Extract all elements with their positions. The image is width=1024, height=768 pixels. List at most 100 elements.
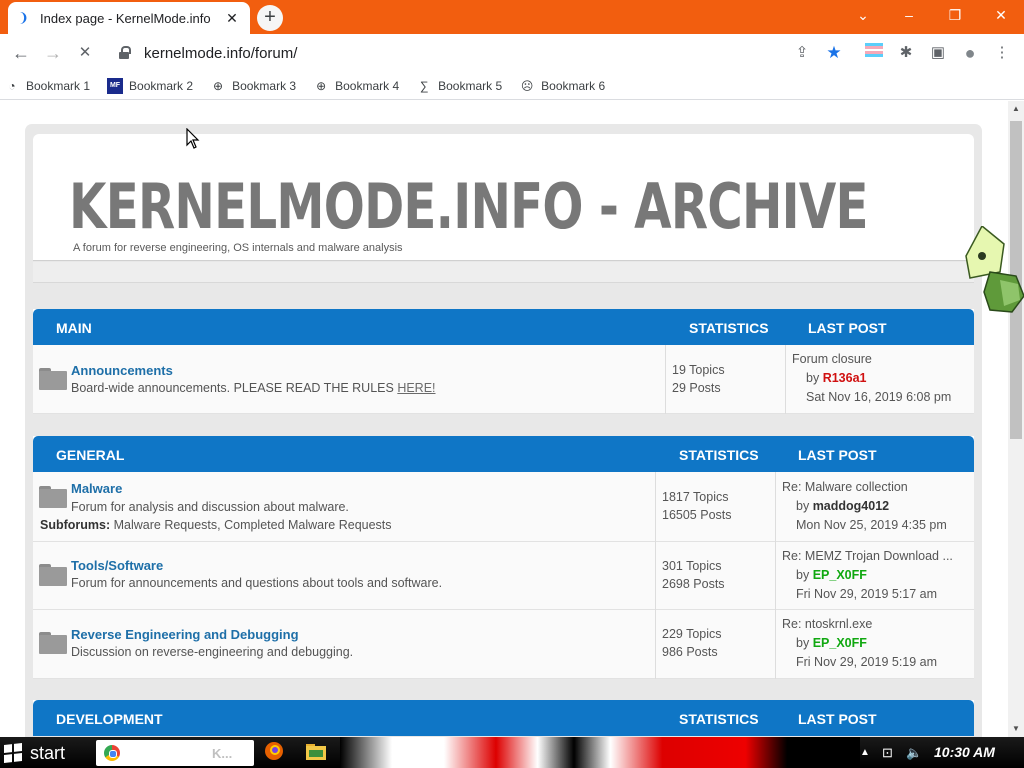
start-button[interactable]: start — [4, 741, 65, 765]
last-post-title[interactable]: Re: ntoskrnl.exe — [782, 615, 937, 634]
taskbar-chrome-item[interactable]: K... — [96, 740, 254, 766]
statistics-header: STATISTICS — [679, 447, 759, 463]
tab-index-page[interactable]: ❩ Index page - KernelMode.info ✕ — [8, 2, 250, 34]
category-title[interactable]: DEVELOPMENT — [56, 711, 163, 727]
bookmark-icon: ⊕ — [316, 78, 327, 93]
folder-icon — [39, 486, 67, 508]
last-post: Forum closure by R136a1 Sat Nov 16, 2019… — [785, 345, 951, 414]
last-post-date: Mon Nov 25, 2019 4:35 pm — [796, 518, 947, 532]
bookmark-item[interactable]: MF Bookmark 2 — [107, 77, 194, 94]
new-tab-button[interactable]: + — [257, 5, 283, 31]
statistics-header: STATISTICS — [689, 320, 769, 336]
posts-count: 16505 Posts — [662, 508, 732, 522]
address-bar[interactable]: kernelmode.info/forum/ — [108, 37, 860, 69]
show-hidden-icons-icon[interactable]: ▲ — [860, 737, 870, 768]
last-post-header: LAST POST — [808, 320, 887, 336]
forum-title-link[interactable]: Reverse Engineering and Debugging — [71, 627, 299, 642]
desktop-mascot-icon[interactable] — [960, 226, 1024, 316]
posts-count: 986 Posts — [662, 645, 718, 659]
category-main: MAIN STATISTICS LAST POST Announcements … — [33, 309, 974, 414]
last-post-title[interactable]: Re: Malware collection — [782, 478, 947, 497]
bookmark-label: Bookmark 1 — [26, 78, 91, 93]
category-header: MAIN STATISTICS LAST POST — [33, 309, 974, 345]
topics-count: 229 Topics — [662, 627, 722, 641]
page-viewport: KERNELMODE.INFO - ARCHIVE A forum for re… — [0, 101, 1008, 737]
browser-toolbar: ← → ✕ kernelmode.info/forum/ ⇪ ★ ✱ ▣ ● ⋮ — [0, 34, 1024, 72]
last-post-date: Fri Nov 29, 2019 5:17 am — [796, 587, 938, 601]
site-description: A forum for reverse engineering, OS inte… — [73, 242, 403, 254]
forum-statistics: 1817 Topics 16505 Posts — [655, 472, 732, 542]
network-icon[interactable]: ⊡ — [882, 737, 893, 768]
taskbar-wallpaper-strip — [340, 737, 860, 768]
tab-search-icon[interactable]: ⌄ — [840, 0, 886, 30]
forum-title-link[interactable]: Announcements — [71, 363, 173, 378]
minimize-button[interactable]: – — [886, 0, 932, 30]
bookmark-label: Bookmark 5 — [438, 78, 503, 93]
forum-description: Forum for announcements and questions ab… — [71, 576, 443, 590]
forum-row: Announcements Board-wide announcements. … — [33, 345, 974, 414]
clock[interactable]: 10:30 AM — [934, 737, 995, 768]
bookmark-star-icon[interactable]: ★ — [824, 43, 844, 63]
folder-icon — [39, 368, 67, 390]
lock-icon[interactable] — [118, 46, 132, 60]
bookmark-item[interactable]: ∑ Bookmark 5 — [416, 78, 502, 94]
bookmark-icon: ☹ — [520, 78, 534, 93]
stop-loading-icon[interactable]: ✕ — [72, 40, 98, 66]
bookmark-label: Bookmark 4 — [335, 78, 400, 93]
last-post-date: Fri Nov 29, 2019 5:19 am — [796, 655, 938, 669]
posts-count: 29 Posts — [672, 381, 721, 395]
last-post-user[interactable]: EP_X0FF — [813, 568, 867, 582]
side-panel-icon[interactable]: ▣ — [928, 43, 948, 63]
folder-icon[interactable] — [306, 742, 328, 768]
tab-strip: ❩ Index page - KernelMode.info ✕ + ⌄ – ❐… — [0, 0, 1024, 34]
loading-icon: ❩ — [18, 10, 29, 25]
taskbar-item-label: K... — [212, 745, 233, 761]
scroll-down-icon[interactable]: ▼ — [1008, 721, 1024, 737]
last-post-title[interactable]: Forum closure — [792, 350, 951, 369]
last-post-user[interactable]: maddog4012 — [813, 499, 889, 513]
forum-title-link[interactable]: Malware — [71, 481, 122, 496]
category-title[interactable]: GENERAL — [56, 447, 124, 463]
statistics-header: STATISTICS — [679, 711, 759, 727]
share-icon[interactable]: ⇪ — [792, 43, 812, 63]
bookmarks-bar: ◔ Bookmark 1 MF Bookmark 2 ⊕ Bookmark 3 … — [0, 72, 1024, 100]
bookmark-item[interactable]: ◔ Bookmark 1 — [4, 78, 90, 94]
category-general: GENERAL STATISTICS LAST POST Malware For… — [33, 436, 974, 679]
rules-link[interactable]: HERE! — [397, 381, 435, 395]
volume-icon[interactable]: 🔈 — [906, 737, 922, 768]
scroll-up-icon[interactable]: ▲ — [1008, 101, 1024, 117]
posts-count: 2698 Posts — [662, 577, 725, 591]
site-header: KERNELMODE.INFO - ARCHIVE A forum for re… — [33, 134, 974, 261]
last-post-date: Sat Nov 16, 2019 6:08 pm — [806, 390, 952, 404]
restore-button[interactable]: ❐ — [932, 0, 978, 30]
bookmark-item[interactable]: ⊕ Bookmark 3 — [210, 78, 296, 94]
back-icon[interactable]: ← — [8, 40, 34, 66]
firefox-icon[interactable] — [264, 741, 286, 768]
url-text[interactable]: kernelmode.info/forum/ — [144, 45, 297, 62]
category-title[interactable]: MAIN — [56, 320, 92, 336]
last-post: Re: Malware collection by maddog4012 Mon… — [775, 472, 947, 542]
site-title[interactable]: KERNELMODE.INFO - ARCHIVE — [69, 170, 869, 243]
extensions-puzzle-icon[interactable]: ✱ — [896, 43, 916, 63]
forward-icon[interactable]: → — [40, 40, 66, 66]
last-post-header: LAST POST — [798, 711, 877, 727]
subforum-links[interactable]: Malware Requests, Completed Malware Requ… — [114, 518, 392, 532]
menu-icon[interactable]: ⋮ — [992, 43, 1012, 63]
last-post-title[interactable]: Re: MEMZ Trojan Download ... — [782, 547, 953, 566]
forum-statistics: 19 Topics 29 Posts — [665, 345, 725, 414]
last-post-user[interactable]: EP_X0FF — [813, 636, 867, 650]
last-post-user[interactable]: R136a1 — [823, 371, 867, 385]
forum-title-link[interactable]: Tools/Software — [71, 558, 163, 573]
bookmark-item[interactable]: ⊕ Bookmark 4 — [313, 78, 399, 94]
profile-icon[interactable]: ● — [960, 43, 980, 63]
nav-strip — [33, 262, 974, 283]
vertical-scrollbar[interactable]: ▲ ▼ — [1008, 101, 1024, 737]
extension-icon[interactable] — [864, 43, 884, 63]
bookmark-label: Bookmark 2 — [129, 78, 194, 93]
close-window-button[interactable]: ✕ — [978, 0, 1024, 30]
bookmark-item[interactable]: ☹ Bookmark 6 — [519, 78, 605, 94]
close-tab-icon[interactable]: ✕ — [224, 10, 240, 27]
bookmark-icon: ∑ — [419, 78, 429, 93]
bookmark-icon: ◔ — [8, 78, 16, 93]
topics-count: 19 Topics — [672, 363, 725, 377]
